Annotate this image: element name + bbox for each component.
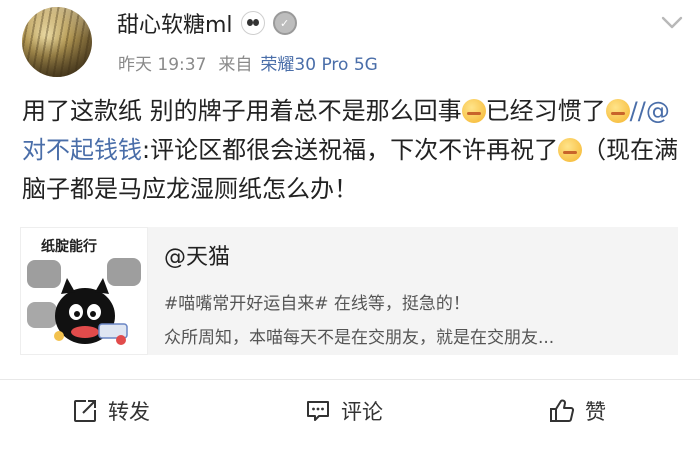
card-subtitle: #喵嘴常开好运自来# 在线等，挺急的！: [164, 294, 470, 314]
card-title: @天猫: [164, 245, 231, 270]
post-text-part-1: 用了这款纸 别的牌子用着总不是那么回事: [22, 97, 462, 125]
source-prefix: 来自: [218, 55, 253, 75]
blowing-kiss-emoji: [558, 138, 583, 162]
like-label: 赞: [585, 400, 606, 424]
laughing-crying-emoji: [461, 99, 486, 123]
post-header: 甜心软糖ml ✓: [117, 8, 297, 38]
comment-icon: [307, 401, 329, 421]
comment-button[interactable]: 评论: [305, 395, 383, 427]
repost-icon: [74, 400, 96, 422]
comment-label: 评论: [341, 400, 383, 424]
repost-separator: //: [629, 97, 646, 125]
laughing-crying-emoji: [605, 99, 630, 123]
medal-badge-icon[interactable]: ✓: [272, 11, 297, 35]
avatar-image: [22, 7, 92, 77]
avatar[interactable]: [22, 7, 92, 77]
repost-label: 转发: [108, 400, 150, 424]
post-timestamp: 昨天 19:37: [118, 55, 207, 75]
thumbs-up-icon: [550, 399, 575, 422]
card-thumbnail: 纸腚能行: [20, 227, 148, 355]
panda-badge-icon[interactable]: [240, 11, 265, 35]
like-button[interactable]: 赞: [549, 395, 606, 427]
post-text-part-4: :评论区都很会送祝福，下次不许再祝了: [142, 136, 559, 164]
chevron-down-icon[interactable]: [658, 10, 686, 34]
post-text: 用了这款纸 别的牌子用着总不是那么回事 已经习惯了//@对不起钱钱:评论区都很会送…: [22, 92, 682, 209]
username[interactable]: 甜心软糖ml: [117, 7, 233, 39]
post-meta: 昨天 19:37 来自 荣耀30 Pro 5G: [118, 50, 378, 75]
device-link[interactable]: 荣耀30 Pro 5G: [260, 50, 377, 75]
link-card[interactable]: 纸腚能行 @天猫 #喵嘴常开好运自来# 在线等，挺急的！ 众所周知，本喵每天不是…: [20, 227, 678, 355]
repost-button[interactable]: 转发: [72, 395, 150, 427]
card-description: 众所周知，本喵每天不是在交朋友，就是在交朋友...: [164, 328, 555, 348]
divider: [0, 379, 700, 380]
tmall-cat-mascot-illustration: [27, 258, 141, 345]
post-text-part-2: 已经习惯了: [485, 97, 606, 125]
